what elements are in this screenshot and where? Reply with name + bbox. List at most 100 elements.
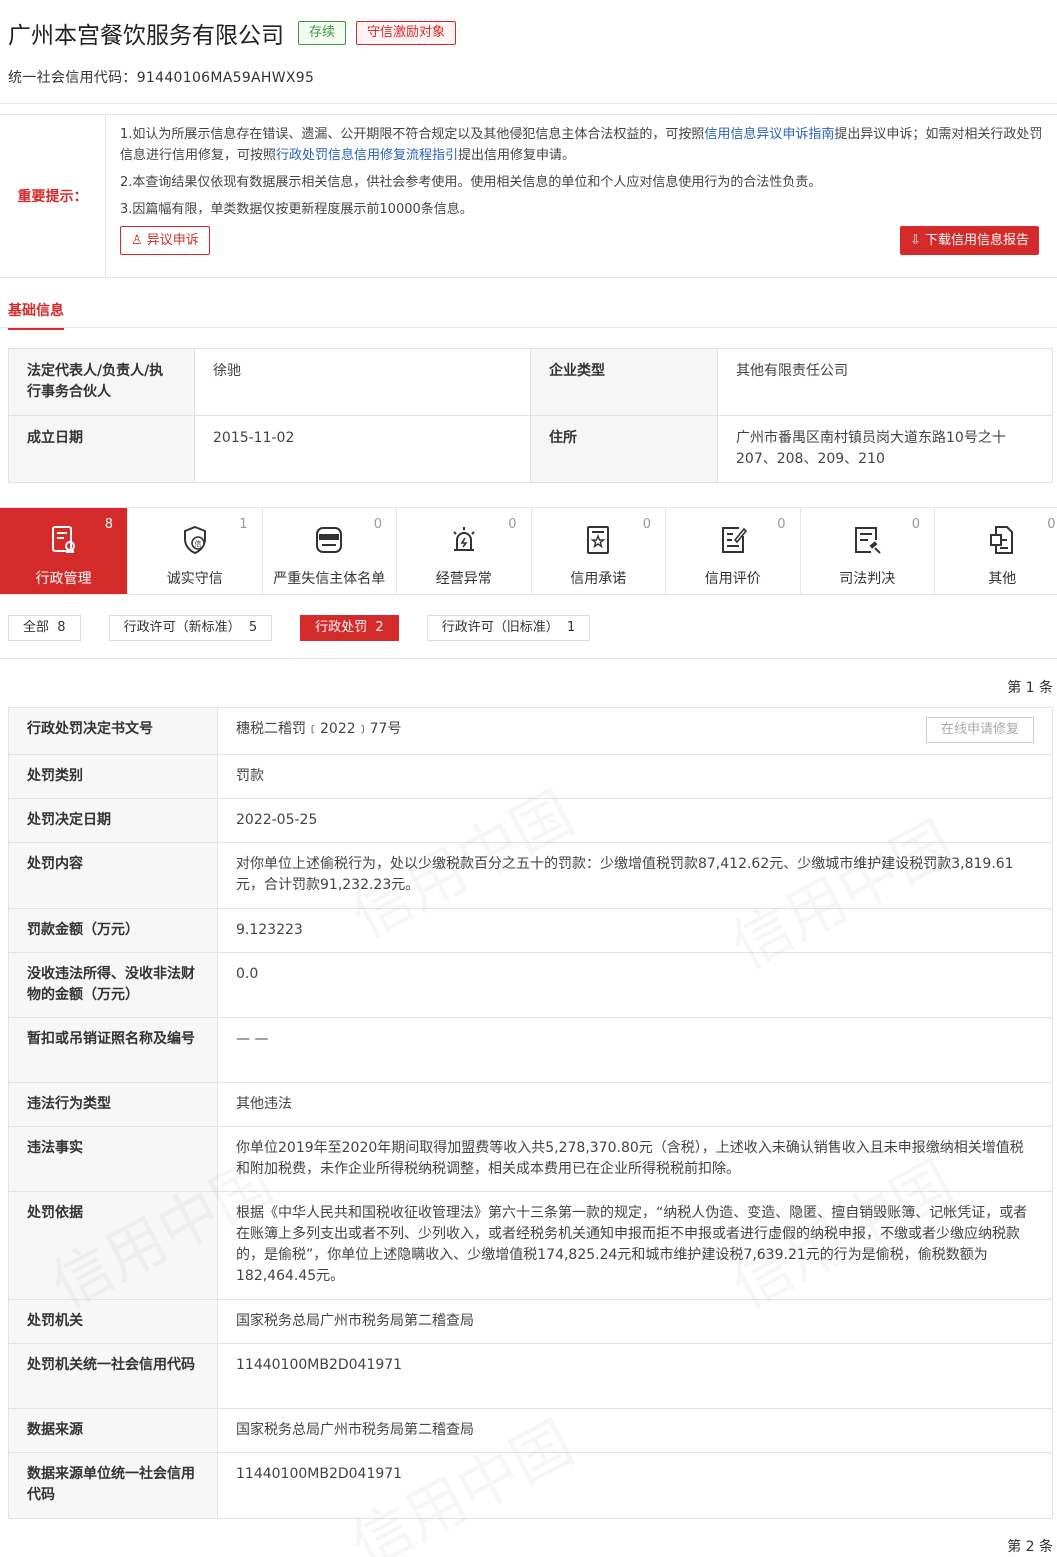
detail-row: 处罚内容 对你单位上述偷税行为，处以少缴税款百分之五十的罚款：少缴增值税罚款87,… <box>8 842 1053 909</box>
category-count: 0 <box>911 517 920 532</box>
detail-row: 暂扣或吊销证照名称及编号 — — <box>8 1017 1053 1083</box>
category-label: 信用评价 <box>704 571 761 587</box>
filter-penalty[interactable]: 行政处罚 2 <box>300 615 399 641</box>
commitment-icon <box>587 526 610 554</box>
category-dishonest-list[interactable]: 0 严重失信主体名单 <box>263 508 397 594</box>
category-count: 0 <box>642 517 651 532</box>
detail-label: 处罚内容 <box>8 842 218 909</box>
evaluation-icon <box>721 527 747 553</box>
detail-value-text: — — <box>236 1031 269 1047</box>
alarm-icon <box>453 527 475 551</box>
detail-value-text: 罚款 <box>236 768 264 784</box>
notice-text: 1.如认为所展示信息存在错误、遗漏、公开期限不符合规定以及其他侵犯信息主体合法权… <box>120 127 705 142</box>
objection-button[interactable]: ♙ 异议申诉 <box>120 226 210 255</box>
detail-row: 违法行为类型 其他违法 <box>8 1082 1053 1127</box>
detail-value: 其他违法 <box>217 1082 1053 1127</box>
company-type-value: 其他有限责任公司 <box>717 348 1053 416</box>
detail-row: 处罚机关统一社会信用代码 11440100MB2D041971 <box>8 1343 1053 1409</box>
other-icon <box>990 526 1014 554</box>
notice-item-3: 3.因篇幅有限，单类数据仅按更新程度展示前10000条信息。 <box>120 202 473 217</box>
detail-value: — — <box>217 1017 1053 1083</box>
category-commitment[interactable]: 0 信用承诺 <box>532 508 666 594</box>
company-type-label: 企业类型 <box>530 348 718 416</box>
notice-text: 提出信用修复申请。 <box>458 148 576 163</box>
online-repair-button[interactable]: 在线申请修复 <box>925 717 1034 743</box>
category-label: 信用承诺 <box>570 571 627 587</box>
company-header: 广州本宫餐饮服务有限公司 存续 守信激励对象 统一社会信用代码：91440106… <box>0 0 1057 104</box>
judgment-icon <box>855 527 881 554</box>
legal-rep-label: 法定代表人/负责人/执行事务合伙人 <box>8 348 195 416</box>
detail-label: 处罚决定日期 <box>8 798 218 843</box>
download-report-button[interactable]: ⇩ 下载信用信息报告 <box>899 226 1039 255</box>
detail-value-text: 11440100MB2D041971 <box>236 1466 403 1482</box>
detail-value-text: 对你单位上述偷税行为，处以少缴税款百分之五十的罚款：少缴增值税罚款87,412.… <box>236 856 1014 893</box>
category-label: 诚实守信 <box>166 571 223 587</box>
category-abnormal[interactable]: 0 经营异常 <box>397 508 532 594</box>
detail-label: 违法行为类型 <box>8 1082 218 1127</box>
svg-text:信: 信 <box>194 539 201 548</box>
important-notice: 重要提示： 1.如认为所展示信息存在错误、遗漏、公开期限不符合规定以及其他侵犯信… <box>0 114 1057 278</box>
record-index: 第 1 条 <box>1007 680 1053 696</box>
filter-license-new[interactable]: 行政许可（新标准） 5 <box>108 615 273 641</box>
detail-label: 处罚机关统一社会信用代码 <box>8 1343 218 1409</box>
honor-badge: 守信激励对象 <box>356 21 457 45</box>
detail-value: 9.123223 <box>217 908 1053 953</box>
company-name: 广州本宫餐饮服务有限公司 <box>8 23 284 49</box>
dishonest-list-icon <box>316 527 343 553</box>
detail-value-text: 国家税务总局广州市税务局第二稽查局 <box>236 1313 474 1329</box>
download-button-label: 下载信用信息报告 <box>924 233 1029 248</box>
status-badge: 存续 <box>298 21 347 45</box>
founded-label: 成立日期 <box>8 415 195 483</box>
detail-row: 处罚决定日期 2022-05-25 <box>8 798 1053 843</box>
objection-button-label: 异议申诉 <box>146 233 199 248</box>
detail-label: 数据来源单位统一社会信用代码 <box>8 1452 218 1519</box>
detail-value: 11440100MB2D041971 <box>217 1452 1053 1519</box>
objection-icon: ♙ <box>131 233 143 248</box>
detail-value: 11440100MB2D041971 <box>217 1343 1053 1409</box>
detail-value-text: 2022-05-25 <box>236 812 318 828</box>
download-cloud-icon: ⇩ <box>909 233 921 248</box>
filter-row: 全部 8 行政许可（新标准） 5 行政处罚 2 行政许可（旧标准） 1 <box>0 595 1057 659</box>
detail-row: 处罚机关 国家税务总局广州市税务局第二稽查局 <box>8 1299 1053 1344</box>
category-label: 行政管理 <box>35 571 92 587</box>
category-judgment[interactable]: 0 司法判决 <box>801 508 935 594</box>
detail-value: 你单位2019年至2020年期间取得加盟费等收入共5,278,370.80元（含… <box>217 1126 1053 1192</box>
detail-row: 没收违法所得、没收非法财物的金额（万元） 0.0 <box>8 952 1053 1018</box>
detail-row: 处罚依据 根据《中华人民共和国税收征收管理法》第六十三条第一款的规定，“纳税人伪造… <box>8 1191 1053 1300</box>
filter-license-old[interactable]: 行政许可（旧标准） 1 <box>426 615 591 641</box>
detail-row: 违法事实 你单位2019年至2020年期间取得加盟费等收入共5,278,370.8… <box>8 1126 1053 1192</box>
detail-row: 数据来源 国家税务总局广州市税务局第二稽查局 <box>8 1408 1053 1453</box>
category-count: 1 <box>239 517 248 532</box>
notice-item-1: 1.如认为所展示信息存在错误、遗漏、公开期限不符合规定以及其他侵犯信息主体合法权… <box>120 124 1047 166</box>
category-evaluation[interactable]: 0 信用评价 <box>666 508 801 594</box>
objection-guide-link[interactable]: 信用信息异议申诉指南 <box>704 127 834 142</box>
detail-label: 处罚依据 <box>8 1191 218 1300</box>
next-record-index: 第 2 条 <box>1007 1539 1053 1555</box>
category-count: 0 <box>373 517 382 532</box>
filter-all[interactable]: 全部 8 <box>8 615 81 641</box>
detail-value-text: 11440100MB2D041971 <box>236 1357 403 1373</box>
category-honesty[interactable]: 1 信 诚实守信 <box>128 508 263 594</box>
category-other[interactable]: 0 其他 <box>935 508 1057 594</box>
address-value: 广州市番禺区南村镇员岗大道东路10号之十207、208、209、210 <box>717 415 1053 483</box>
tab-basic-info-label: 基础信息 <box>8 300 64 330</box>
detail-label: 罚款金额（万元） <box>8 908 218 953</box>
detail-row: 行政处罚决定书文号 在线申请修复 穗税二稽罚﹝2022﹞77号 <box>8 707 1053 755</box>
category-count: 0 <box>1047 517 1056 532</box>
category-bar: 8 行政管理 1 信 诚实守信 0 严重失信主体名单 0 经营异常 0 信用承诺… <box>0 507 1057 595</box>
address-label: 住所 <box>530 415 718 483</box>
tab-basic-info[interactable]: 基础信息 <box>0 278 1057 330</box>
detail-value-text: 穗税二稽罚﹝2022﹞77号 <box>236 721 402 737</box>
category-label: 司法判决 <box>839 571 896 587</box>
notice-label: 重要提示： <box>0 115 106 277</box>
detail-value-text: 你单位2019年至2020年期间取得加盟费等收入共5,278,370.80元（含… <box>236 1140 1024 1177</box>
basic-info-table: 法定代表人/负责人/执行事务合伙人 徐驰 企业类型 其他有限责任公司 成立日期 … <box>8 348 1053 483</box>
repair-guide-link[interactable]: 行政处罚信息信用修复流程指引 <box>276 148 458 163</box>
category-label: 严重失信主体名单 <box>273 571 386 587</box>
category-count: 0 <box>777 517 786 532</box>
detail-value: 国家税务总局广州市税务局第二稽查局 <box>217 1299 1053 1344</box>
category-admin[interactable]: 8 行政管理 <box>0 508 128 594</box>
detail-value: 在线申请修复 穗税二稽罚﹝2022﹞77号 <box>217 707 1053 755</box>
founded-value: 2015-11-02 <box>194 415 531 483</box>
detail-label: 数据来源 <box>8 1408 218 1453</box>
